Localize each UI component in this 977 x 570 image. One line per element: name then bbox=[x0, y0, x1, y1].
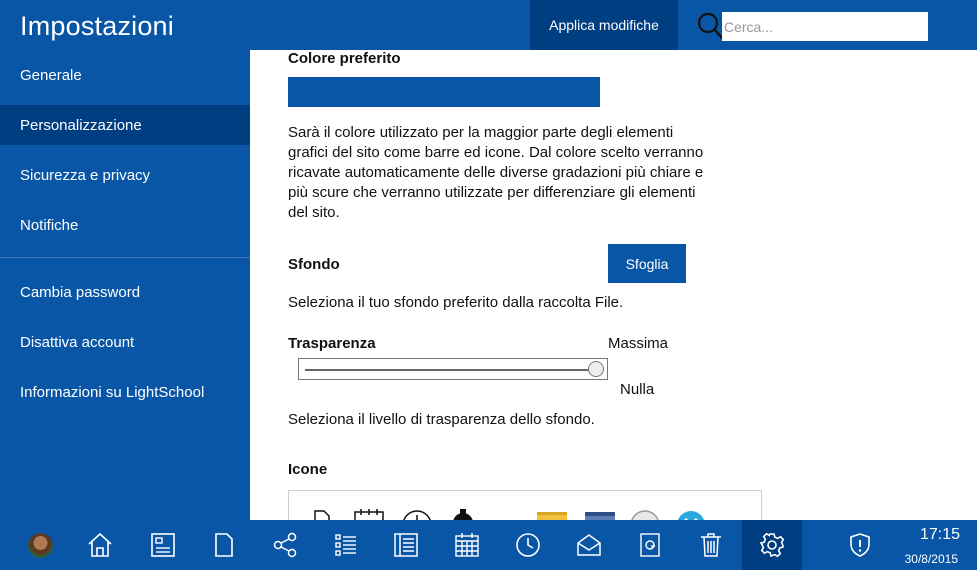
shield-icon bbox=[847, 531, 873, 559]
contacts-icon bbox=[637, 531, 663, 559]
browse-button[interactable]: Sfoglia bbox=[608, 244, 686, 283]
header-bar: Impostazioni Applica modifiche bbox=[0, 0, 977, 50]
taskbar-clock-button[interactable] bbox=[498, 520, 558, 570]
sidebar-item-disattiva-account[interactable]: Disattiva account bbox=[0, 322, 250, 362]
taskbar: 17:15 30/8/2015 bbox=[0, 520, 977, 570]
taskbar-home-button[interactable] bbox=[70, 520, 130, 570]
favorite-color-description-line: grafici del sito come barre ed icone. Da… bbox=[288, 144, 704, 161]
icon-set-preview[interactable] bbox=[288, 490, 762, 520]
sidebar-item-sicurezza[interactable]: Sicurezza e privacy bbox=[0, 155, 250, 195]
notebook-icon bbox=[392, 531, 420, 559]
favorite-color-description-line: Sarà il colore utilizzato per la maggior… bbox=[288, 124, 674, 141]
sidebar-item-cambia-password[interactable]: Cambia password bbox=[0, 272, 250, 312]
taskbar-mail-button[interactable] bbox=[559, 520, 619, 570]
notebook-icon bbox=[353, 509, 385, 520]
sidebar-item-notifiche[interactable]: Notifiche bbox=[0, 205, 250, 245]
favorite-color-description-line: del sito. bbox=[288, 204, 340, 221]
sidebar-item-informazioni[interactable]: Informazioni su LightSchool bbox=[0, 372, 250, 412]
sidebar-divider bbox=[0, 257, 250, 258]
transparency-slider[interactable] bbox=[298, 358, 608, 380]
avatar bbox=[28, 533, 53, 558]
calendar-icon bbox=[453, 531, 481, 559]
favorite-color-description-line: più scure che verranno utilizzate per di… bbox=[288, 184, 696, 201]
taskbar-contacts-button[interactable] bbox=[620, 520, 680, 570]
home-icon bbox=[86, 531, 114, 559]
taskbar-calendar-button[interactable] bbox=[437, 520, 497, 570]
taskbar-settings-button[interactable] bbox=[742, 520, 802, 570]
taskbar-trash-button[interactable] bbox=[681, 520, 741, 570]
background-description: Seleziona il tuo sfondo preferito dalla … bbox=[288, 294, 624, 311]
sidebar-item-personalizzazione[interactable]: Personalizzazione bbox=[0, 105, 250, 145]
folder-icon bbox=[535, 509, 569, 520]
favorite-color-description: Sarà il colore utilizzato per la maggior… bbox=[288, 123, 748, 223]
sidebar: Generale Personalizzazione Sicurezza e p… bbox=[0, 50, 250, 520]
clock-date: 30/8/2015 bbox=[904, 552, 958, 566]
favorite-color-swatch[interactable] bbox=[288, 77, 600, 107]
settings-icon bbox=[758, 531, 786, 559]
settings-content: Colore preferito Sarà il colore utilizza… bbox=[250, 50, 977, 520]
slider-thumb[interactable] bbox=[588, 361, 604, 377]
close-circle-icon bbox=[675, 509, 707, 520]
slider-track bbox=[305, 369, 595, 371]
share-icon bbox=[271, 531, 299, 559]
file-icon bbox=[311, 509, 333, 520]
desktop-icon bbox=[149, 531, 177, 559]
transparency-max-label: Massima bbox=[608, 335, 669, 352]
transparency-description: Seleziona il livello di trasparenza dell… bbox=[288, 411, 595, 428]
sidebar-item-generale[interactable]: Generale bbox=[0, 55, 250, 95]
taskbar-list-button[interactable] bbox=[316, 520, 376, 570]
taskbar-share-button[interactable] bbox=[255, 520, 315, 570]
taskbar-notebook-button[interactable] bbox=[376, 520, 436, 570]
background-title: Sfondo bbox=[288, 256, 340, 273]
app-title: Impostazioni bbox=[20, 11, 174, 41]
clock-icon bbox=[514, 531, 542, 559]
icons-title: Icone bbox=[288, 461, 328, 478]
mail-icon bbox=[575, 531, 603, 559]
taskbar-desktop-button[interactable] bbox=[133, 520, 193, 570]
taskbar-file-button[interactable] bbox=[194, 520, 254, 570]
window-icon bbox=[583, 509, 617, 520]
apply-changes-button[interactable]: Applica modifiche bbox=[530, 0, 678, 50]
transparency-title: Trasparenza bbox=[288, 335, 376, 352]
list-icon bbox=[333, 531, 359, 559]
taskbar-avatar-button[interactable] bbox=[10, 520, 70, 570]
clock-color-icon bbox=[629, 509, 661, 520]
search-icon[interactable] bbox=[696, 11, 724, 41]
favorite-color-description-line: ricavate automaticamente delle diverse g… bbox=[288, 164, 704, 181]
trash-icon bbox=[698, 531, 724, 559]
favorite-color-title: Colore preferito bbox=[288, 50, 401, 67]
file-icon bbox=[212, 531, 236, 559]
clock-icon bbox=[401, 509, 433, 520]
gear-icon bbox=[449, 509, 477, 520]
transparency-min-label: Nulla bbox=[620, 381, 655, 398]
clock-time: 17:15 bbox=[919, 526, 960, 543]
search-input[interactable] bbox=[722, 12, 928, 41]
